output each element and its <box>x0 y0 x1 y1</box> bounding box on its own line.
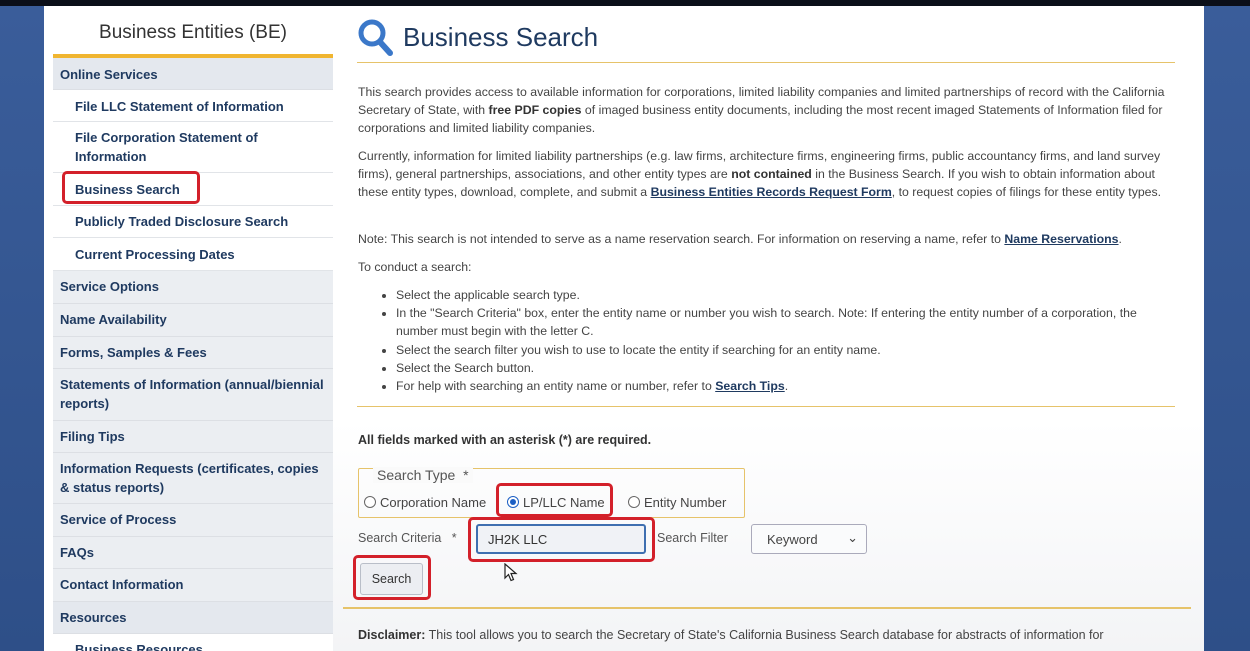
step-item: For help with searching an entity name o… <box>396 377 1173 395</box>
divider-middle <box>357 406 1175 407</box>
entity-types-paragraph: Currently, information for limited liabi… <box>358 149 1162 200</box>
radio-circle[interactable] <box>364 496 376 508</box>
conduct-search-heading: To conduct a search: <box>358 260 472 274</box>
search-tips-link[interactable]: Search Tips <box>715 379 785 393</box>
sidebar: Business Entities (BE) Online Services F… <box>53 6 333 651</box>
sidebar-title: Business Entities (BE) <box>53 6 333 58</box>
magnifier-icon <box>358 19 393 56</box>
sidebar-item-resources[interactable]: Resources <box>53 602 333 634</box>
radio-circle-selected[interactable] <box>507 496 519 508</box>
sidebar-item-business-search[interactable]: Business Search <box>53 173 333 206</box>
sidebar-item-file-llc-soi[interactable]: File LLC Statement of Information <box>53 90 333 122</box>
mouse-cursor-icon <box>504 563 518 582</box>
sidebar-item-filing-tips[interactable]: Filing Tips <box>53 421 333 453</box>
name-reservation-note: Note: This search is not intended to ser… <box>358 232 1122 246</box>
window-frame-left <box>0 6 44 651</box>
name-reservations-link[interactable]: Name Reservations <box>1004 232 1118 246</box>
chevron-down-icon: ⌄ <box>847 530 858 545</box>
sidebar-item-forms-fees[interactable]: Forms, Samples & Fees <box>53 337 333 369</box>
search-button[interactable]: Search <box>360 563 423 595</box>
sidebar-item-processing-dates[interactable]: Current Processing Dates <box>53 238 333 271</box>
required-fields-note: All fields marked with an asterisk (*) a… <box>358 433 652 447</box>
divider-bottom <box>343 607 1191 609</box>
radio-entity-number[interactable]: Entity Number <box>628 495 726 510</box>
sidebar-item-publicly-traded-disclosure[interactable]: Publicly Traded Disclosure Search <box>53 206 333 238</box>
radio-lp-llc-name[interactable]: LP/LLC Name <box>507 495 605 510</box>
divider-top <box>357 62 1175 63</box>
step-item: Select the applicable search type. <box>396 286 1173 304</box>
sidebar-item-faqs[interactable]: FAQs <box>53 537 333 569</box>
records-request-form-link[interactable]: Business Entities Records Request Form <box>651 185 892 199</box>
search-filter-label: Search Filter <box>657 531 728 545</box>
step-item: In the "Search Criteria" box, enter the … <box>396 304 1173 340</box>
step-item: Select the Search button. <box>396 359 1173 377</box>
sidebar-item-service-options[interactable]: Service Options <box>53 271 333 304</box>
page-title: Business Search <box>403 22 599 52</box>
disclaimer-text: Disclaimer: This tool allows you to sear… <box>358 628 1104 642</box>
sidebar-item-file-corp-soi[interactable]: File Corporation Statement of Informatio… <box>53 122 333 173</box>
step-item: Select the search filter you wish to use… <box>396 341 1173 359</box>
sidebar-item-online-services[interactable]: Online Services <box>53 58 333 90</box>
radio-circle[interactable] <box>628 496 640 508</box>
sidebar-item-business-resources[interactable]: Business Resources <box>53 634 333 651</box>
intro-paragraph: This search provides access to available… <box>358 85 1165 136</box>
search-criteria-label: Search Criteria * <box>358 531 457 545</box>
search-filter-select[interactable]: Keyword ⌄ <box>751 524 867 554</box>
sidebar-item-service-of-process[interactable]: Service of Process <box>53 504 333 537</box>
search-steps: Select the applicable search type. In th… <box>358 286 1173 395</box>
search-criteria-input[interactable]: JH2K LLC <box>476 524 646 554</box>
sidebar-item-contact-information[interactable]: Contact Information <box>53 569 333 602</box>
search-type-legend: Search Type * <box>373 467 473 483</box>
sidebar-item-information-requests[interactable]: Information Requests (certificates, copi… <box>53 453 333 504</box>
window-frame-right <box>1204 6 1250 651</box>
sidebar-item-name-availability[interactable]: Name Availability <box>53 304 333 337</box>
sidebar-item-statements-of-information[interactable]: Statements of Information (annual/bienni… <box>53 369 333 421</box>
main-content: Business Search This search provides acc… <box>333 6 1204 651</box>
page: Business Entities (BE) Online Services F… <box>44 6 1204 651</box>
radio-corporation-name[interactable]: Corporation Name <box>364 495 486 510</box>
